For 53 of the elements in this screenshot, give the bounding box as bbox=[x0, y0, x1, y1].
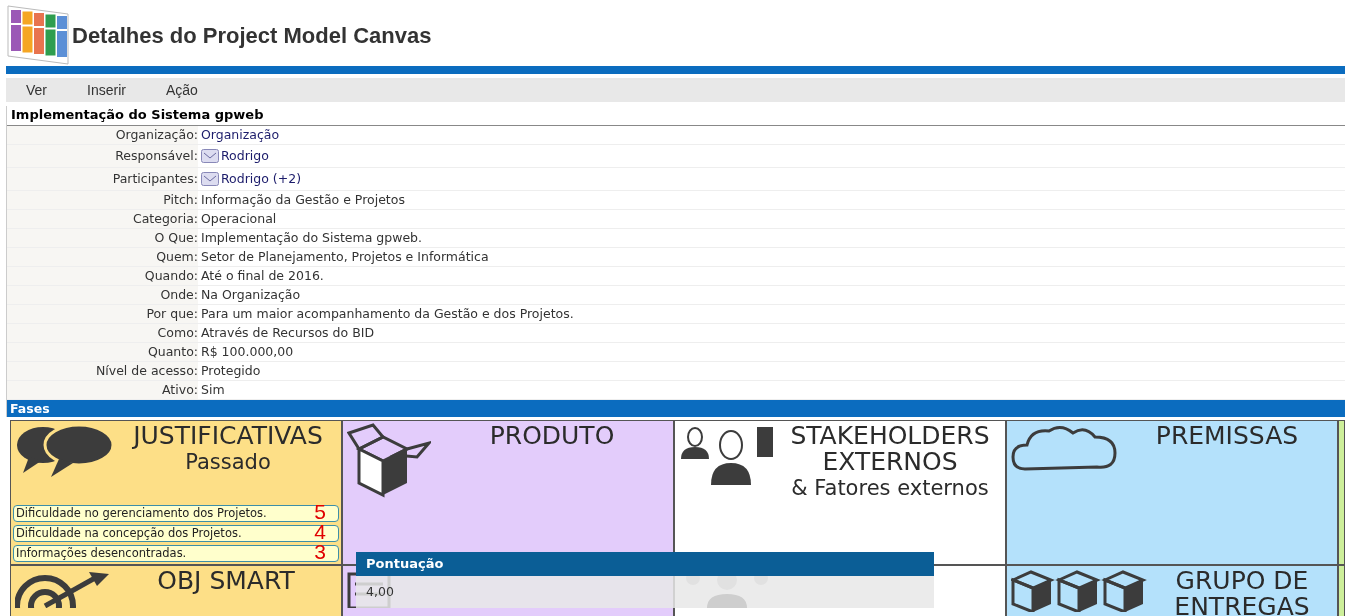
envelope-icon[interactable] bbox=[201, 149, 219, 163]
speech-bubbles-icon bbox=[15, 423, 115, 479]
field-label: Como: bbox=[157, 323, 198, 342]
menu-item[interactable]: Inserir bbox=[67, 78, 146, 102]
menu-item[interactable]: Ação bbox=[145, 78, 218, 102]
field-label: Por que: bbox=[146, 304, 198, 323]
score-value: 4,00 bbox=[366, 582, 394, 601]
cell-subtitle: Passado bbox=[185, 449, 271, 475]
section-header: Fases bbox=[7, 400, 1345, 417]
menu-item[interactable]: Ver bbox=[6, 78, 67, 102]
field-label: Organização: bbox=[115, 125, 198, 144]
field-value[interactable]: Rodrigo bbox=[221, 146, 269, 166]
field-value: Através de Recursos do BID bbox=[201, 323, 375, 342]
field-value[interactable]: Organização bbox=[201, 125, 280, 145]
field-value: Operacional bbox=[201, 209, 277, 228]
field-value: Sim bbox=[201, 380, 225, 399]
field-value: Setor de Planejamento, Projetos e Informática bbox=[201, 247, 489, 266]
page-title: Detalhes do Project Model Canvas bbox=[72, 22, 432, 50]
open-box-icon bbox=[347, 423, 431, 499]
cell-title: JUSTIFICATIVAS bbox=[133, 423, 323, 449]
cell-subtitle: & Fatores externos bbox=[791, 475, 989, 501]
field-label: Quem: bbox=[156, 247, 198, 266]
boxes-icon bbox=[1011, 568, 1147, 612]
tooltip-header: Pontuação bbox=[356, 552, 934, 576]
field-label: Onde: bbox=[160, 285, 198, 304]
cell-title: PREMISSAS bbox=[1155, 423, 1299, 449]
justification-item[interactable]: Dificuldade no gerenciamento dos Projetos. 5 bbox=[13, 505, 339, 522]
field-value: Até o final de 2016. bbox=[201, 266, 324, 285]
envelope-icon[interactable] bbox=[201, 172, 219, 186]
field-label: Categoria: bbox=[132, 209, 198, 228]
justification-item[interactable]: Informações desencontradas. 3 bbox=[13, 545, 339, 562]
field-value: Implementação do Sistema gpweb. bbox=[201, 228, 423, 247]
field-label: Ativo: bbox=[162, 380, 198, 399]
cell-title: GRUPO DE ENTREGAS bbox=[1173, 568, 1311, 616]
cloud-icon bbox=[1011, 423, 1117, 473]
justification-item[interactable]: Dificuldade na concepção dos Projetos. 4 bbox=[13, 525, 339, 542]
field-value: Protegido bbox=[201, 361, 261, 380]
field-label: Quanto: bbox=[147, 342, 198, 361]
field-value: Informação da Gestão e Projetos bbox=[201, 190, 405, 209]
field-value[interactable]: Rodrigo (+2) bbox=[221, 169, 302, 189]
field-label: Quando: bbox=[144, 266, 198, 285]
field-label: O Que: bbox=[154, 228, 198, 247]
field-value: Para um maior acompanhamento da Gestão e dos Projetos. bbox=[201, 304, 574, 323]
cell-title: OBJ SMART bbox=[157, 568, 295, 594]
canvas-grid-logo bbox=[6, 4, 70, 66]
field-label: Pitch: bbox=[163, 190, 198, 209]
cell-title: PRODUTO bbox=[489, 423, 615, 449]
field-label: Nível de acesso: bbox=[95, 361, 198, 380]
cell-title: STAKEHOLDERS EXTERNOS bbox=[789, 423, 991, 475]
field-value: R$ 100.000,00 bbox=[201, 342, 294, 361]
field-label: Participantes: bbox=[112, 169, 198, 188]
field-label: Responsável: bbox=[115, 146, 198, 165]
field-value: Na Organização bbox=[201, 285, 301, 304]
